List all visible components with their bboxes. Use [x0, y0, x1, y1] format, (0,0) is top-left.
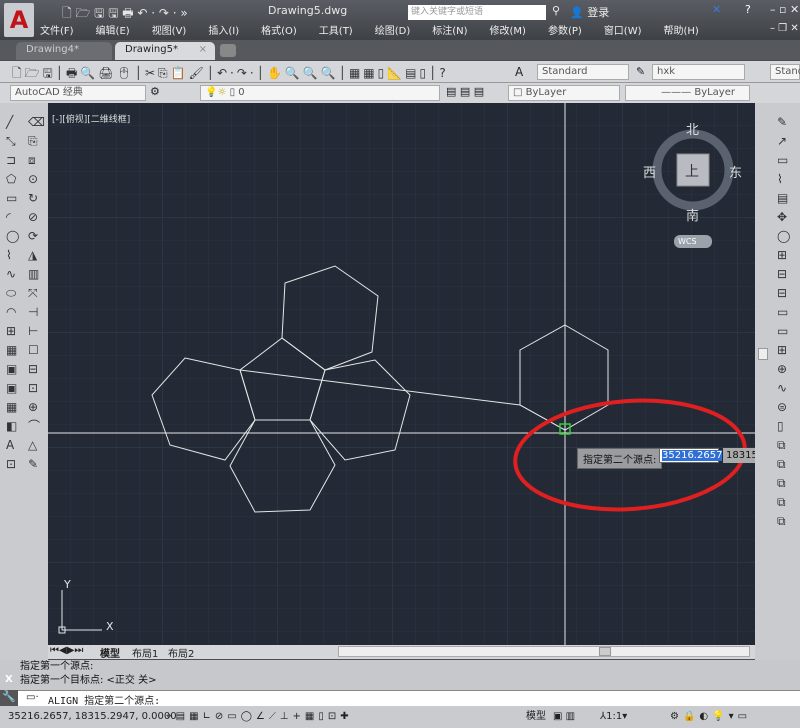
status-tray-icons[interactable]: ⚙🔒◐💡▾▭: [670, 706, 751, 728]
compass-east[interactable]: 东: [729, 162, 742, 181]
draw-toolbar[interactable]: ╱ ⤡ ⊐ ⬠ ▭ ◜ ◯ ⌇ ∿ ⬭ ◠ ⊞ ▦ ▣ ▣ ▦ ◧ A ⊡: [6, 113, 20, 474]
menu-insert[interactable]: 插入(I): [208, 22, 239, 38]
draw-order-toolbar[interactable]: ✎ ↗ ▭ ⌇ ▤ ✥ ◯ ⊞ ⊟ ⊟ ▭ ▭ ⊞ ⊕ ∿ ⊜ ▯ ⧉ ⧉ ⧉ ⧉ ⧉: [777, 113, 790, 531]
document-window-controls[interactable]: – ❐ ✕: [770, 23, 799, 34]
dynamic-input-y[interactable]: 18315: [723, 448, 755, 463]
history-line: 指定第一个目标点: <正交 关>: [20, 675, 157, 686]
color-label: ByLayer: [525, 87, 567, 98]
color-select[interactable]: □ ByLayer: [508, 85, 620, 101]
tab-drawing5[interactable]: Drawing5* ×: [115, 42, 215, 60]
workspace-settings-icon[interactable]: ⚙: [150, 85, 160, 98]
drafting-toggles[interactable]: ⌖▤▦∟⊘▭◯∠⟋⊥+▦▯⊡✚: [166, 706, 353, 728]
table-style-select[interactable]: Stand: [770, 64, 800, 80]
menu-format[interactable]: 格式(O): [261, 22, 297, 38]
dynamic-input-x[interactable]: 35216.2657: [659, 448, 723, 463]
menu-dimension[interactable]: 标注(N): [432, 22, 467, 38]
drawing-canvas[interactable]: [48, 103, 755, 645]
layout-view-icons[interactable]: ▣ ▥: [553, 706, 575, 728]
command-prompt: ALIGN 指定第二个源点:: [48, 696, 161, 707]
command-icon[interactable]: ▭·: [26, 692, 39, 703]
status-bar: 35216.2657, 18315.2947, 0.0000 ⌖▤▦∟⊘▭◯∠⟋…: [0, 706, 800, 728]
login-label: 登录: [587, 6, 610, 19]
wcs-button[interactable]: WCS: [674, 235, 712, 248]
command-line[interactable]: 🔧 ▭· ALIGN 指定第二个源点:: [0, 690, 800, 707]
scrollbar-thumb[interactable]: [599, 647, 611, 656]
compass-west[interactable]: 西: [643, 162, 656, 181]
vertical-scrollbar-thumb[interactable]: [758, 348, 768, 360]
viewcube-top[interactable]: 上: [685, 161, 699, 181]
modify-toolbar[interactable]: ⌫ ⎘ ⧈ ⊙ ↻ ⊘ ⟳ ◮ ▥ ⤧ ⊣ ⊢ ☐ ⊟ ⊡ ⊕ ⌒ △ ✎: [28, 113, 45, 474]
coordinate-readout: 35216.2657, 18315.2947, 0.0000: [8, 711, 177, 722]
tab-model[interactable]: 模型: [100, 645, 120, 660]
workspace-select[interactable]: AutoCAD 经典: [10, 85, 146, 101]
layer-select[interactable]: 💡☼ ▯ 0: [200, 85, 440, 101]
help-icon[interactable]: ?: [745, 3, 751, 16]
ucs-y-label: Y: [64, 578, 71, 591]
right-toolbars: ✎ ↗ ▭ ⌇ ▤ ✥ ◯ ⊞ ⊟ ⊟ ▭ ▭ ⊞ ⊕ ∿ ⊜ ▯ ⧉ ⧉ ⧉ ⧉ ⧉: [755, 103, 800, 660]
annotation-scale[interactable]: ⅄1:1▾: [600, 706, 627, 728]
dynamic-input-prompt: 指定第二个源点:: [577, 448, 663, 469]
compass-north[interactable]: 北: [686, 119, 699, 138]
menu-parametric[interactable]: 参数(P): [548, 22, 582, 38]
layout-nav-arrows[interactable]: ⏮◀▶⏭: [50, 645, 83, 656]
exchange-icon[interactable]: ✕: [712, 3, 721, 16]
x-value: 35216.2657: [662, 450, 723, 461]
viewport-controls-label[interactable]: [-][俯视][二维线框]: [52, 112, 130, 125]
menu-modify[interactable]: 修改(M): [490, 22, 526, 38]
menu-window[interactable]: 窗口(W): [604, 22, 642, 38]
command-history: X 指定第一个源点: 指定第一个目标点: <正交 关>: [0, 660, 800, 690]
menu-tools[interactable]: 工具(T): [319, 22, 353, 38]
history-line: 指定第一个源点:: [20, 661, 94, 672]
drawing-svg: [48, 103, 755, 645]
horizontal-scrollbar[interactable]: [338, 646, 750, 657]
model-button[interactable]: 模型: [526, 706, 546, 728]
text-style-select[interactable]: Standard: [537, 64, 629, 80]
login-button[interactable]: 👤 登录: [570, 4, 609, 20]
autocad-logo-button[interactable]: A: [4, 3, 34, 37]
draw-modify-toolbars: ╱ ⤡ ⊐ ⬠ ▭ ◜ ◯ ⌇ ∿ ⬭ ◠ ⊞ ▦ ▣ ▣ ▦ ◧ A ⊡ ⌫ ⎘ ⧈ ⊙ ↻ ⊘ ⟳ ◮ ▥ ⤧ ⊣ ⊢ ☐ ⊟ ⊡ ⊕ ⌒ △ ✎: [0, 103, 48, 660]
compass-south[interactable]: 南: [686, 205, 699, 224]
scale-value: 1:1: [606, 711, 623, 722]
wrench-icon[interactable]: 🔧: [0, 690, 18, 706]
binoculars-icon[interactable]: ⚲: [552, 4, 560, 17]
tab-layout2[interactable]: 布局2: [168, 645, 194, 660]
linetype-label: ByLayer: [694, 87, 735, 98]
new-tab-button[interactable]: [220, 44, 236, 57]
close-command-icon[interactable]: X: [5, 673, 13, 687]
dim-style-select[interactable]: hxk: [652, 64, 745, 80]
close-tab-icon[interactable]: ×: [199, 44, 207, 55]
ucs-x-label: X: [106, 620, 114, 633]
menu-help[interactable]: 帮助(H): [664, 22, 699, 38]
layer-name: 0: [238, 87, 245, 98]
dim-style-icon: ✎: [636, 65, 646, 78]
text-style-icon: A: [515, 65, 524, 79]
window-title: Drawing5.dwg: [268, 4, 348, 17]
menu-view[interactable]: 视图(V): [152, 22, 187, 38]
menu-file[interactable]: 文件(F): [40, 22, 74, 38]
tab-label: Drawing5*: [125, 44, 178, 55]
linetype-select[interactable]: ——— ByLayer: [625, 85, 750, 101]
menu-draw[interactable]: 绘图(D): [375, 22, 411, 38]
layout-tab-bar: ⏮◀▶⏭ 模型 布局1 布局2: [48, 645, 755, 660]
menu-edit[interactable]: 编辑(E): [96, 22, 130, 38]
standard-toolbar-icons[interactable]: 🗋🗁🖫│🖶🔍🖨🖱│✂⎘📋🖌│↶·↷·│✋🔍🔍🔍│▦▦▯📐▤▯│?: [12, 64, 449, 85]
layer-tools-icons[interactable]: ▤ ▤ ▤: [446, 85, 484, 98]
tab-layout1[interactable]: 布局1: [132, 645, 158, 660]
tab-drawing4[interactable]: Drawing4*: [16, 42, 112, 60]
search-input[interactable]: 键入关键字或短语: [408, 5, 546, 20]
window-controls[interactable]: – ▫ ✕: [770, 3, 799, 16]
menu-bar: 文件(F) 编辑(E) 视图(V) 插入(I) 格式(O) 工具(T) 绘图(D…: [40, 22, 721, 38]
